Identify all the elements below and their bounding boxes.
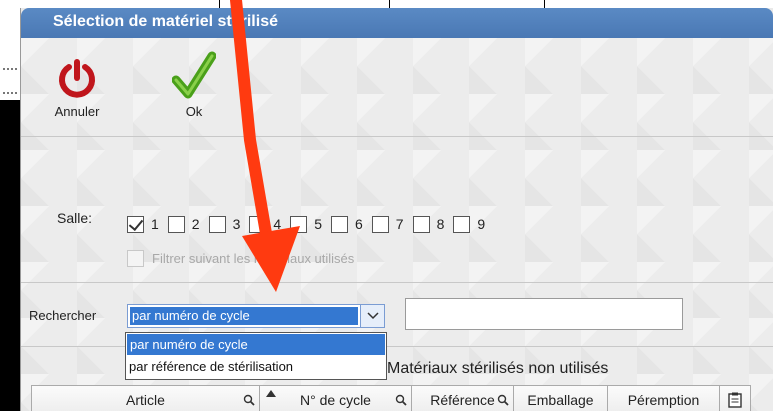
salle-room-6[interactable]: 6 bbox=[330, 215, 363, 233]
column-packaging[interactable]: Emballage bbox=[514, 386, 608, 411]
salle-checkbox-row: 1 2 3 4 5 6 7 8 9 bbox=[127, 214, 494, 234]
list-title: Matériaux stérilisés non utilisés bbox=[387, 360, 609, 377]
magnifier-icon[interactable] bbox=[243, 394, 255, 406]
salle-room-number: 9 bbox=[477, 216, 486, 232]
checkmark-icon bbox=[172, 51, 216, 99]
ok-label: Ok bbox=[185, 104, 203, 119]
filter-checkbox[interactable] bbox=[127, 250, 144, 267]
column-article[interactable]: Article bbox=[32, 386, 260, 411]
background-dots bbox=[3, 68, 17, 70]
salle-checkbox[interactable] bbox=[208, 215, 226, 233]
salle-room-3[interactable]: 3 bbox=[208, 215, 241, 233]
salle-room-number: 8 bbox=[436, 216, 445, 232]
sterilized-material-dialog: Sélection de matériel stérilisé Annuler … bbox=[20, 8, 773, 411]
salle-room-number: 1 bbox=[151, 216, 159, 232]
salle-room-5[interactable]: 5 bbox=[290, 215, 322, 233]
salle-room-number: 7 bbox=[395, 216, 404, 232]
salle-room-8[interactable]: 8 bbox=[412, 215, 445, 233]
search-input[interactable] bbox=[405, 298, 683, 330]
option-sterilization-reference[interactable]: par référence de stérilisation bbox=[126, 356, 386, 378]
sort-up-icon bbox=[266, 390, 276, 397]
salle-checkbox[interactable] bbox=[453, 215, 471, 233]
salle-room-number: 4 bbox=[273, 216, 282, 232]
filter-label: Filtrer suivant les matériaux utilisés bbox=[152, 251, 355, 266]
salle-room-number: 2 bbox=[191, 216, 200, 232]
dialog-titlebar[interactable]: Sélection de matériel stérilisé bbox=[21, 8, 773, 38]
magnifier-icon[interactable] bbox=[497, 394, 509, 406]
ok-button[interactable]: Ok bbox=[169, 50, 219, 119]
cancel-button[interactable]: Annuler bbox=[45, 58, 109, 119]
column-expiry[interactable]: Péremption bbox=[608, 386, 720, 411]
background-app-strip bbox=[0, 10, 20, 100]
clipboard-icon[interactable] bbox=[720, 386, 750, 411]
salle-checkbox[interactable] bbox=[167, 215, 185, 233]
magnifier-icon[interactable] bbox=[395, 394, 407, 406]
power-icon bbox=[59, 59, 95, 98]
column-label: Emballage bbox=[527, 392, 594, 408]
salle-checkbox[interactable] bbox=[127, 215, 144, 233]
chevron-down-icon[interactable] bbox=[360, 305, 384, 327]
dialog-content: Annuler Ok Salle: 1 2 3 4 5 6 7 8 9 Filtrer suiv… bbox=[21, 38, 773, 411]
salle-room-2[interactable]: 2 bbox=[167, 215, 200, 233]
search-mode-dropdown: par numéro de cycle par référence de sté… bbox=[125, 332, 387, 380]
salle-room-4[interactable]: 4 bbox=[249, 215, 282, 233]
option-cycle-number[interactable]: par numéro de cycle bbox=[127, 334, 385, 355]
grid-header: Article N° de cycle Référence Emballage … bbox=[31, 385, 751, 411]
salle-checkbox[interactable] bbox=[249, 215, 267, 233]
salle-checkbox[interactable] bbox=[412, 215, 430, 233]
salle-checkbox[interactable] bbox=[330, 215, 348, 233]
salle-room-9[interactable]: 9 bbox=[453, 215, 486, 233]
salle-room-number: 5 bbox=[314, 216, 322, 232]
column-label: Article bbox=[126, 392, 165, 408]
salle-checkbox[interactable] bbox=[290, 215, 308, 233]
search-label: Rechercher bbox=[29, 308, 97, 323]
column-label: Péremption bbox=[627, 392, 700, 408]
background-dots bbox=[3, 92, 17, 94]
salle-checkbox[interactable] bbox=[371, 215, 389, 233]
cancel-label: Annuler bbox=[54, 104, 100, 119]
salle-room-number: 3 bbox=[232, 216, 241, 232]
filter-row: Filtrer suivant les matériaux utilisés bbox=[127, 250, 354, 267]
divider bbox=[21, 282, 773, 283]
salle-room-1[interactable]: 1 bbox=[127, 215, 159, 233]
search-mode-select[interactable]: par numéro de cycle bbox=[127, 304, 385, 328]
divider bbox=[21, 136, 773, 137]
column-label: Référence bbox=[430, 392, 495, 408]
search-mode-value: par numéro de cycle bbox=[130, 307, 358, 325]
dialog-title: Sélection de matériel stérilisé bbox=[53, 13, 278, 30]
column-cycle[interactable]: N° de cycle bbox=[260, 386, 412, 411]
salle-room-7[interactable]: 7 bbox=[371, 215, 404, 233]
column-label: N° de cycle bbox=[300, 392, 371, 408]
salle-label: Salle: bbox=[57, 210, 93, 226]
column-reference[interactable]: Référence bbox=[412, 386, 514, 411]
salle-room-number: 6 bbox=[354, 216, 363, 232]
